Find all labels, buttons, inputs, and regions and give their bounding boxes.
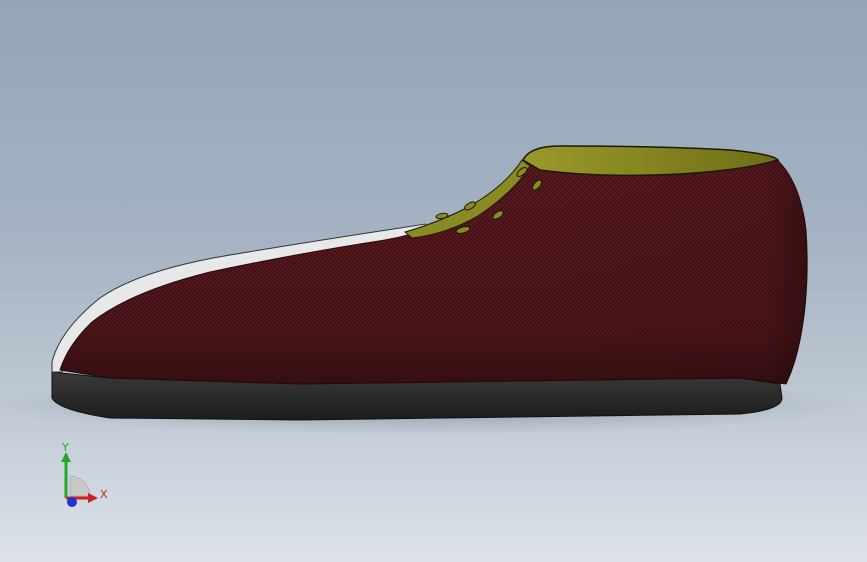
graphics-viewport[interactable]: Y X <box>0 0 867 562</box>
z-axis-dot <box>67 497 77 507</box>
reference-triad: Y X <box>61 441 108 507</box>
triad-plane-indicator <box>69 475 91 497</box>
x-axis-arrow <box>88 493 98 503</box>
model-scene[interactable] <box>0 0 867 562</box>
x-axis-label: X <box>100 488 108 501</box>
y-axis-label: Y <box>61 441 69 454</box>
heel-shading <box>528 158 808 384</box>
